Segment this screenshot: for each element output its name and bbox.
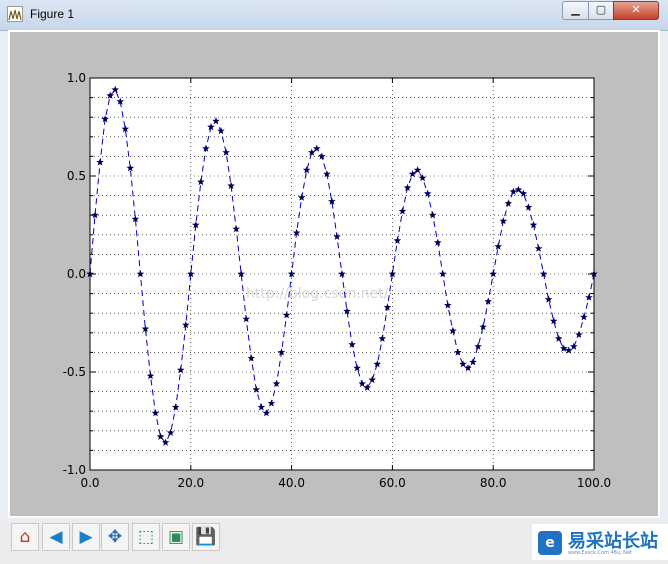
back-icon: ◀ xyxy=(49,527,63,547)
chart: http://blog.csdn.net/ 0.0 20.0 40.0 60.0 80.… xyxy=(63,71,612,490)
pan-icon: ✥ xyxy=(107,527,123,547)
subplots-button[interactable]: ▣ xyxy=(162,523,190,551)
x-tick-label: 60.0 xyxy=(379,476,406,490)
y-tick-label: 1.0 xyxy=(67,71,86,85)
home-icon: ⌂ xyxy=(19,527,31,547)
x-tick-label: 40.0 xyxy=(278,476,305,490)
save-icon: 💾 xyxy=(195,527,217,547)
y-tick-label: 0.5 xyxy=(67,169,86,183)
x-tick-label: 100.0 xyxy=(577,476,611,490)
pan-button[interactable]: ✥ xyxy=(101,523,129,551)
close-button[interactable]: ✕ xyxy=(613,1,659,20)
y-tick-label: -0.5 xyxy=(63,365,86,379)
brand-logo: e 易采站长站 www.Easck.Com 48u, Net xyxy=(532,524,668,560)
x-tick-label: 20.0 xyxy=(177,476,204,490)
save-button[interactable]: 💾 xyxy=(192,523,220,551)
watermark-text: http://blog.csdn.net/ xyxy=(246,286,389,302)
subplots-icon: ▣ xyxy=(167,527,185,547)
brand-icon: e xyxy=(538,531,562,555)
forward-icon: ▶ xyxy=(79,527,93,547)
home-button[interactable]: ⌂ xyxy=(11,523,39,551)
zoom-button[interactable]: ⬚ xyxy=(132,523,160,551)
forward-button[interactable]: ▶ xyxy=(72,523,100,551)
title-bar: Figure 1 ▁ ▢ ✕ xyxy=(0,0,668,31)
y-tick-label: -1.0 xyxy=(63,463,86,477)
window-title: Figure 1 xyxy=(30,7,75,21)
zoom-icon: ⬚ xyxy=(137,527,155,547)
x-tick-label: 0.0 xyxy=(80,476,99,490)
brand-subtext: www.Easck.Com 48u, Net xyxy=(568,550,632,556)
figure-canvas[interactable]: http://blog.csdn.net/ 0.0 20.0 40.0 60.0 80.… xyxy=(8,30,660,518)
y-tick-label: 0.0 xyxy=(67,267,86,281)
back-button[interactable]: ◀ xyxy=(42,523,70,551)
x-tick-label: 80.0 xyxy=(480,476,507,490)
minimize-button[interactable]: ▁ xyxy=(562,1,589,20)
maximize-button[interactable]: ▢ xyxy=(588,1,614,20)
app-icon xyxy=(7,6,23,22)
